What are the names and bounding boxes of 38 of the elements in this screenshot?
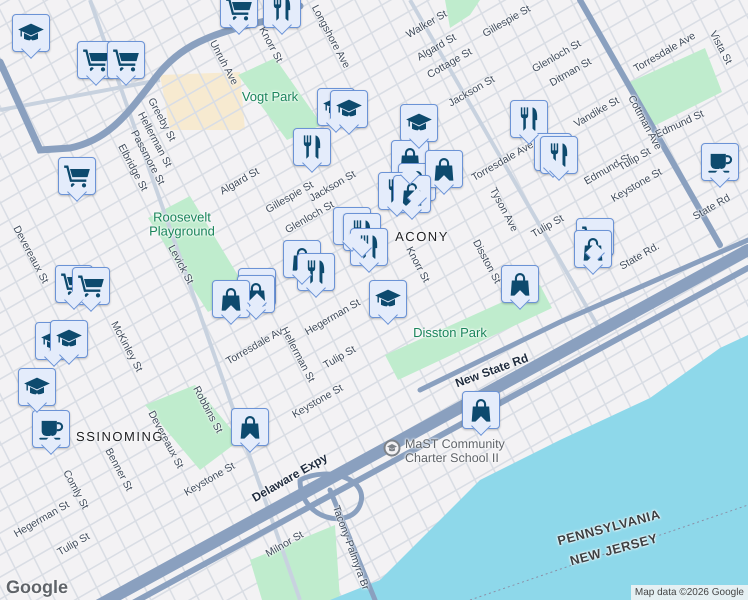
- shopping-cart-icon: [225, 0, 253, 23]
- map-marker[interactable]: [425, 150, 463, 197]
- map-marker[interactable]: [400, 104, 438, 151]
- map-marker[interactable]: [501, 265, 539, 312]
- street-label: Tulip St: [530, 213, 566, 241]
- map-marker[interactable]: [72, 267, 110, 314]
- street-label: Vista St: [706, 29, 734, 67]
- park-label: Roosevelt Playground: [148, 210, 216, 240]
- map-marker[interactable]: [293, 128, 331, 175]
- park-label: Vogt Park: [240, 90, 300, 104]
- map-marker[interactable]: [18, 368, 56, 415]
- map-marker[interactable]: [462, 391, 500, 438]
- map-marker[interactable]: [107, 41, 145, 88]
- google-logo: Google: [6, 577, 68, 598]
- highway-label: New State Rd: [454, 352, 530, 390]
- street-label: Knorr St: [402, 245, 432, 285]
- map-marker[interactable]: [540, 136, 578, 183]
- street-label: State Rd.: [618, 241, 662, 273]
- map-marker[interactable]: [50, 320, 88, 367]
- map-marker[interactable]: [330, 90, 368, 137]
- map-marker[interactable]: [701, 143, 739, 190]
- school-place-icon: [383, 439, 401, 457]
- street-label: Tulip St: [56, 531, 92, 559]
- street-label: Knorr St: [256, 25, 284, 65]
- map-marker[interactable]: [32, 410, 70, 457]
- map-marker[interactable]: [212, 280, 250, 327]
- street-label: Tulip St: [322, 344, 358, 372]
- street-label: Tyson Ave: [486, 186, 520, 234]
- map-attribution[interactable]: Map data ©2026 Google: [630, 585, 748, 600]
- park-label: Disston Park: [412, 326, 488, 340]
- map-marker[interactable]: [58, 157, 96, 204]
- map-marker[interactable]: [12, 14, 50, 61]
- street-label: Unruh Ave: [206, 38, 240, 88]
- map-marker[interactable]: [220, 0, 258, 37]
- street-label: State Rd: [691, 192, 733, 224]
- map-marker[interactable]: [231, 408, 269, 455]
- neighborhood-label: ACONY: [395, 230, 449, 244]
- map-marker[interactable]: [369, 280, 407, 327]
